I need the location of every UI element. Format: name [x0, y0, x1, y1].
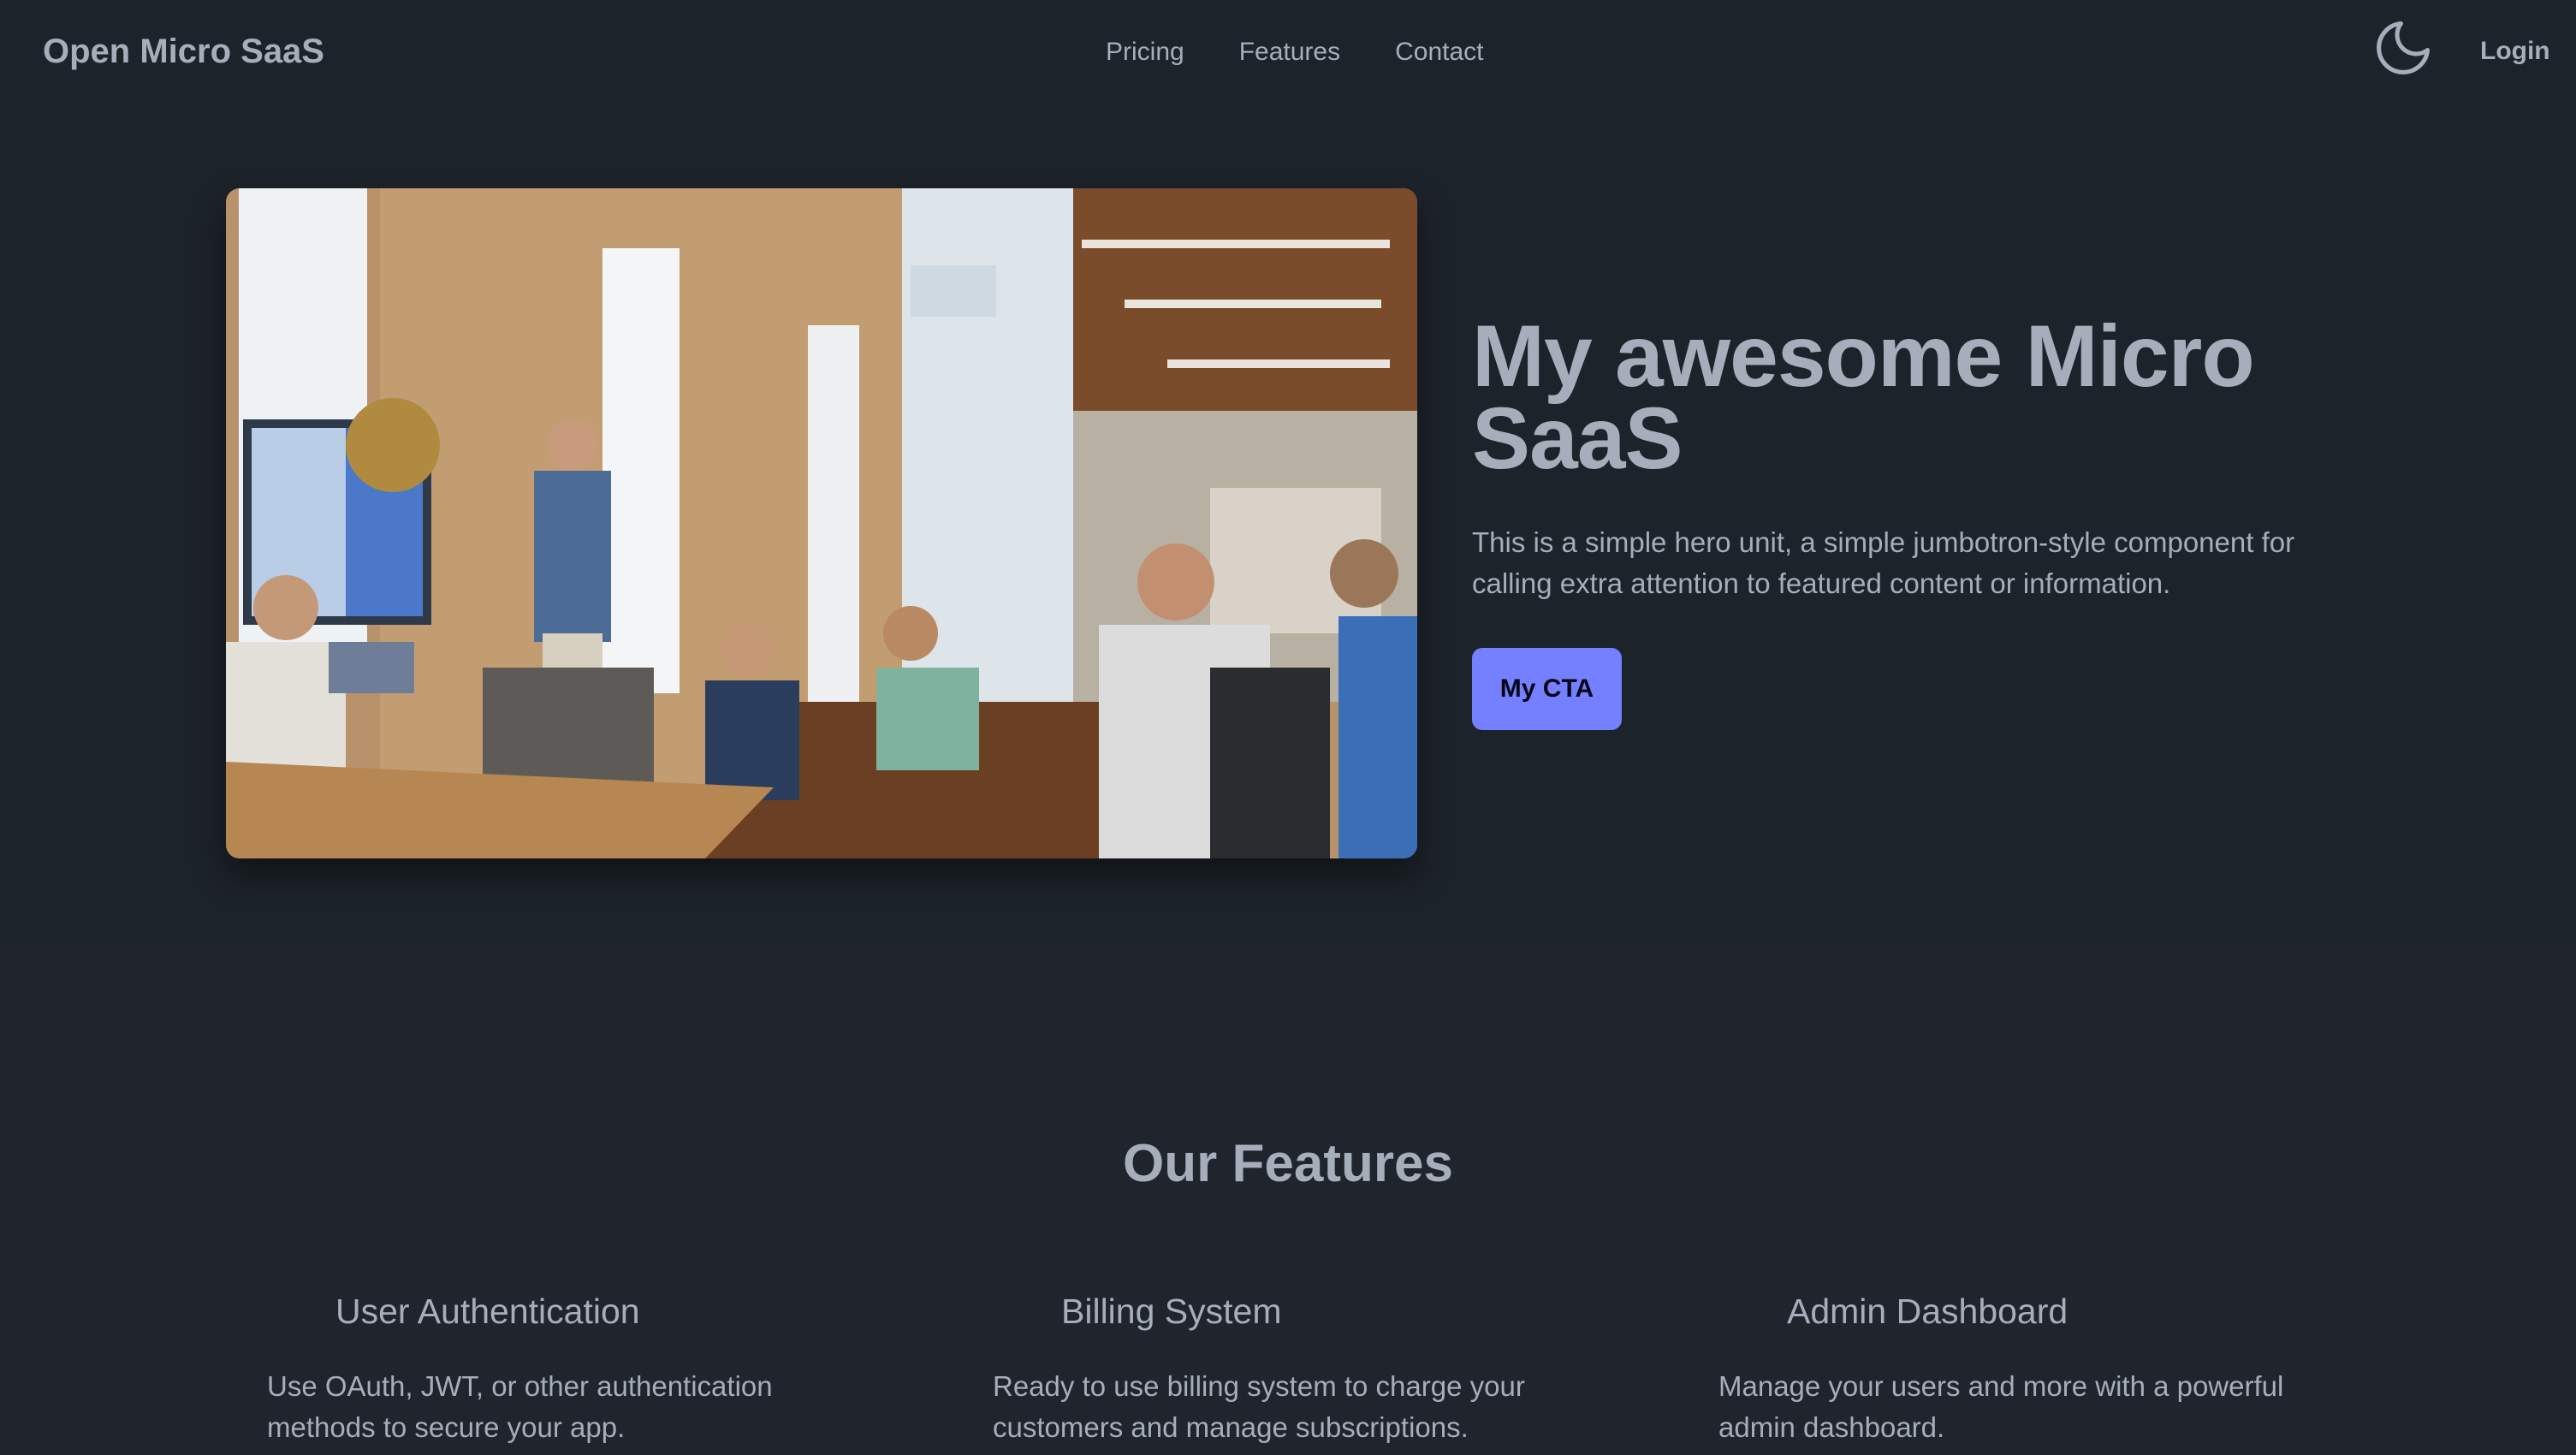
navbar: Open Micro SaaS Pricing Features Contact…: [0, 0, 2576, 103]
feature-description: Use OAuth, JWT, or other authentication …: [267, 1370, 773, 1443]
hero-image: [226, 188, 1417, 858]
login-button[interactable]: Login: [2480, 29, 2550, 74]
hero-description: This is a simple hero unit, a simple jum…: [1472, 526, 2295, 599]
theme-toggle-button[interactable]: [2371, 15, 2436, 80]
moon-icon: [2377, 21, 2431, 74]
brand-logo[interactable]: Open Micro SaaS: [43, 26, 324, 77]
features-title: Our Features: [1123, 1134, 1453, 1193]
feature-card-billing-system: Billing System Ready to use billing syst…: [993, 1286, 1643, 1455]
nav-link-pricing[interactable]: Pricing: [1106, 31, 1184, 74]
feature-description: Manage your users and more with a powerf…: [1718, 1370, 2284, 1443]
feature-card-admin-dashboard: Admin Dashboard Manage your users and mo…: [1718, 1286, 2369, 1455]
nav-link-contact[interactable]: Contact: [1395, 31, 1483, 74]
team-meeting-photo: [226, 188, 1417, 858]
features-section: Our Features User Authentication Use OAu…: [0, 943, 2576, 1455]
hero-title: My awesome Micro SaaS: [1472, 307, 2255, 487]
feature-description: Ready to use billing system to charge yo…: [993, 1370, 1525, 1443]
nav-links: Pricing Features Contact: [1106, 31, 1483, 74]
hero-section: My awesome Micro SaaS This is a simple h…: [0, 103, 2576, 943]
feature-title: Admin Dashboard: [1787, 1292, 2069, 1331]
nav-link-features[interactable]: Features: [1239, 31, 1340, 74]
feature-card-user-authentication: User Authentication Use OAuth, JWT, or o…: [267, 1286, 917, 1455]
feature-title: User Authentication: [335, 1292, 640, 1331]
feature-title: Billing System: [1061, 1292, 1282, 1331]
cta-button[interactable]: My CTA: [1472, 648, 1622, 730]
